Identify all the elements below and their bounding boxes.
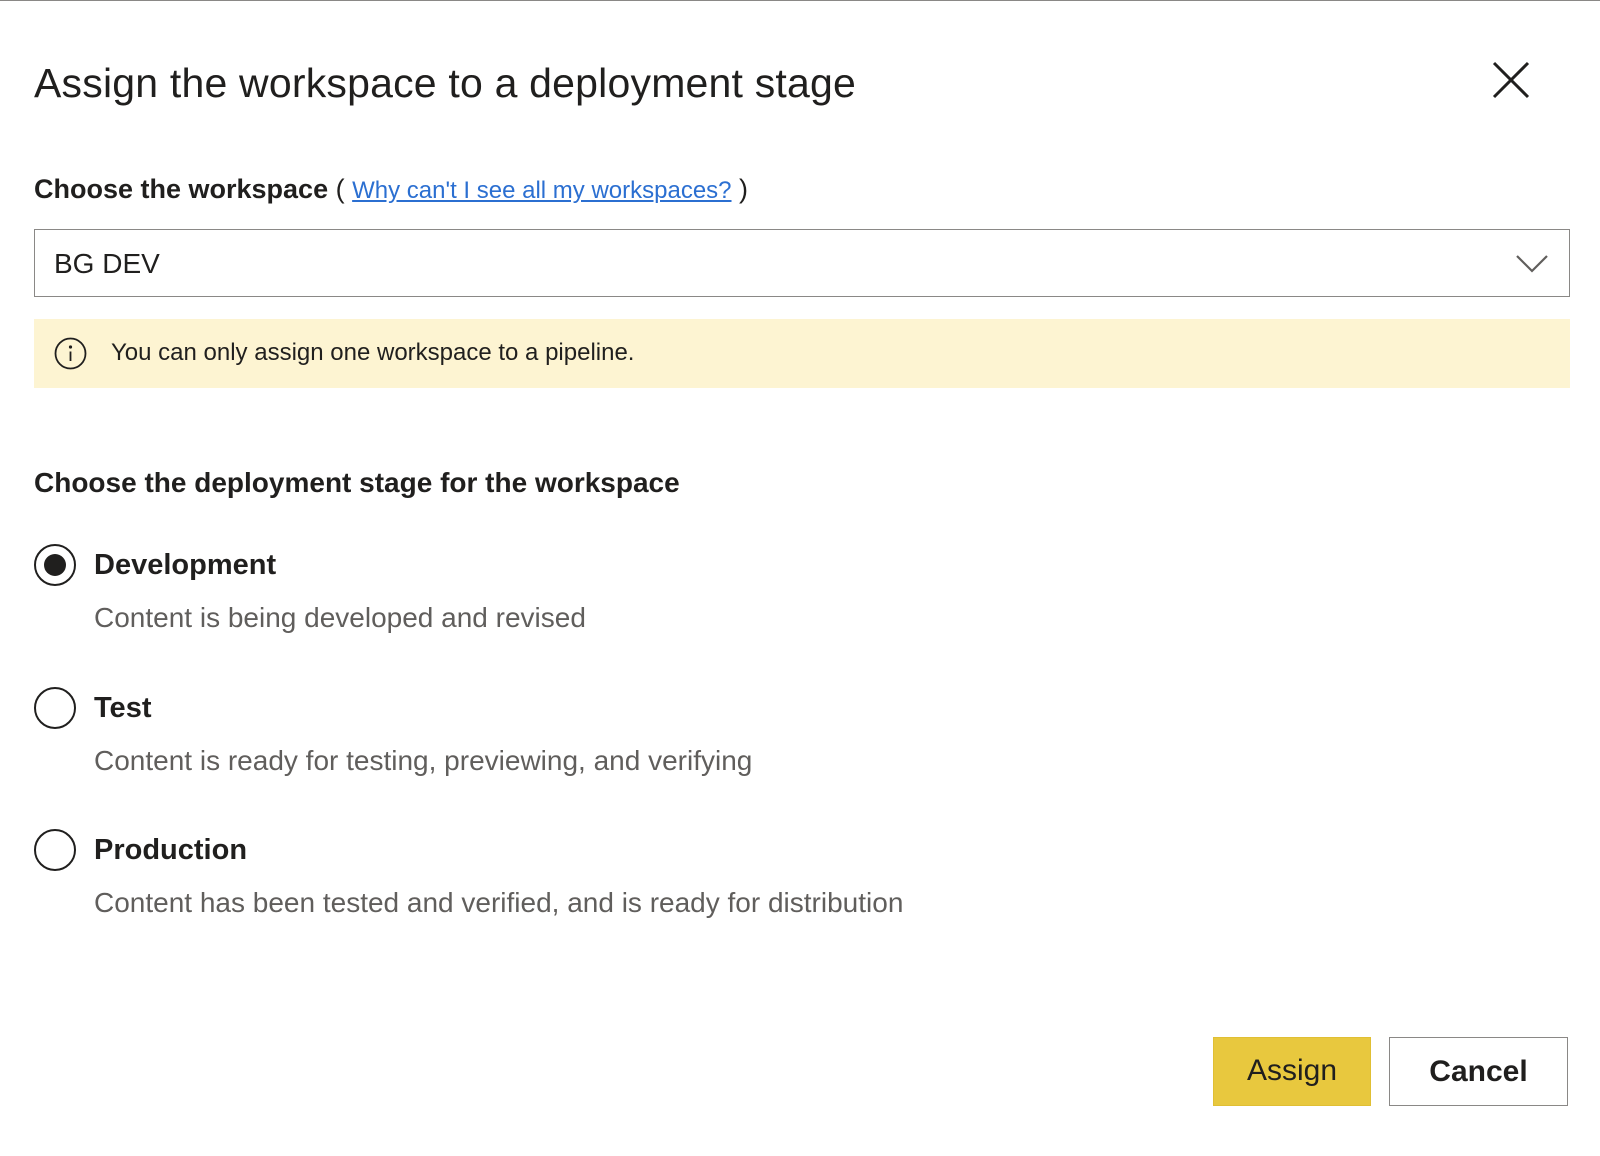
workspace-select[interactable]: BG DEV	[34, 229, 1570, 297]
stage-option-label: Test	[94, 692, 152, 724]
assign-button[interactable]: Assign	[1213, 1037, 1371, 1106]
paren-close: )	[739, 174, 749, 204]
radio-production[interactable]	[34, 829, 76, 871]
close-button[interactable]	[1490, 59, 1532, 101]
radio-test[interactable]	[34, 687, 76, 729]
stage-option-description: Content has been tested and verified, an…	[94, 887, 904, 918]
cancel-button[interactable]: Cancel	[1389, 1037, 1568, 1106]
stage-heading: Choose the deployment stage for the work…	[34, 467, 680, 498]
workspace-select-value: BG DEV	[54, 248, 160, 279]
paren-open: (	[335, 174, 345, 204]
workspaces-help-link[interactable]: Why can't I see all my workspaces?	[352, 177, 731, 204]
chevron-down-icon	[1516, 255, 1548, 273]
radio-development[interactable]	[34, 544, 76, 586]
assign-workspace-dialog: Assign the workspace to a deployment sta…	[0, 1, 1600, 1156]
info-icon	[54, 337, 87, 370]
stage-option-label: Development	[94, 549, 277, 581]
radio-selected-dot	[44, 554, 66, 576]
workspace-label: Choose the workspace	[34, 174, 329, 204]
dialog-title: Assign the workspace to a deployment sta…	[34, 60, 857, 106]
info-message-bar: You can only assign one workspace to a p…	[34, 319, 1570, 388]
close-icon	[1492, 61, 1530, 99]
stage-option-description: Content is being developed and revised	[94, 602, 586, 633]
info-message-text: You can only assign one workspace to a p…	[111, 339, 635, 366]
workspace-label-row: Choose the workspace ( Why can't I see a…	[34, 171, 748, 209]
stage-option-label: Production	[94, 834, 248, 866]
stage-option-description: Content is ready for testing, previewing…	[94, 745, 753, 776]
